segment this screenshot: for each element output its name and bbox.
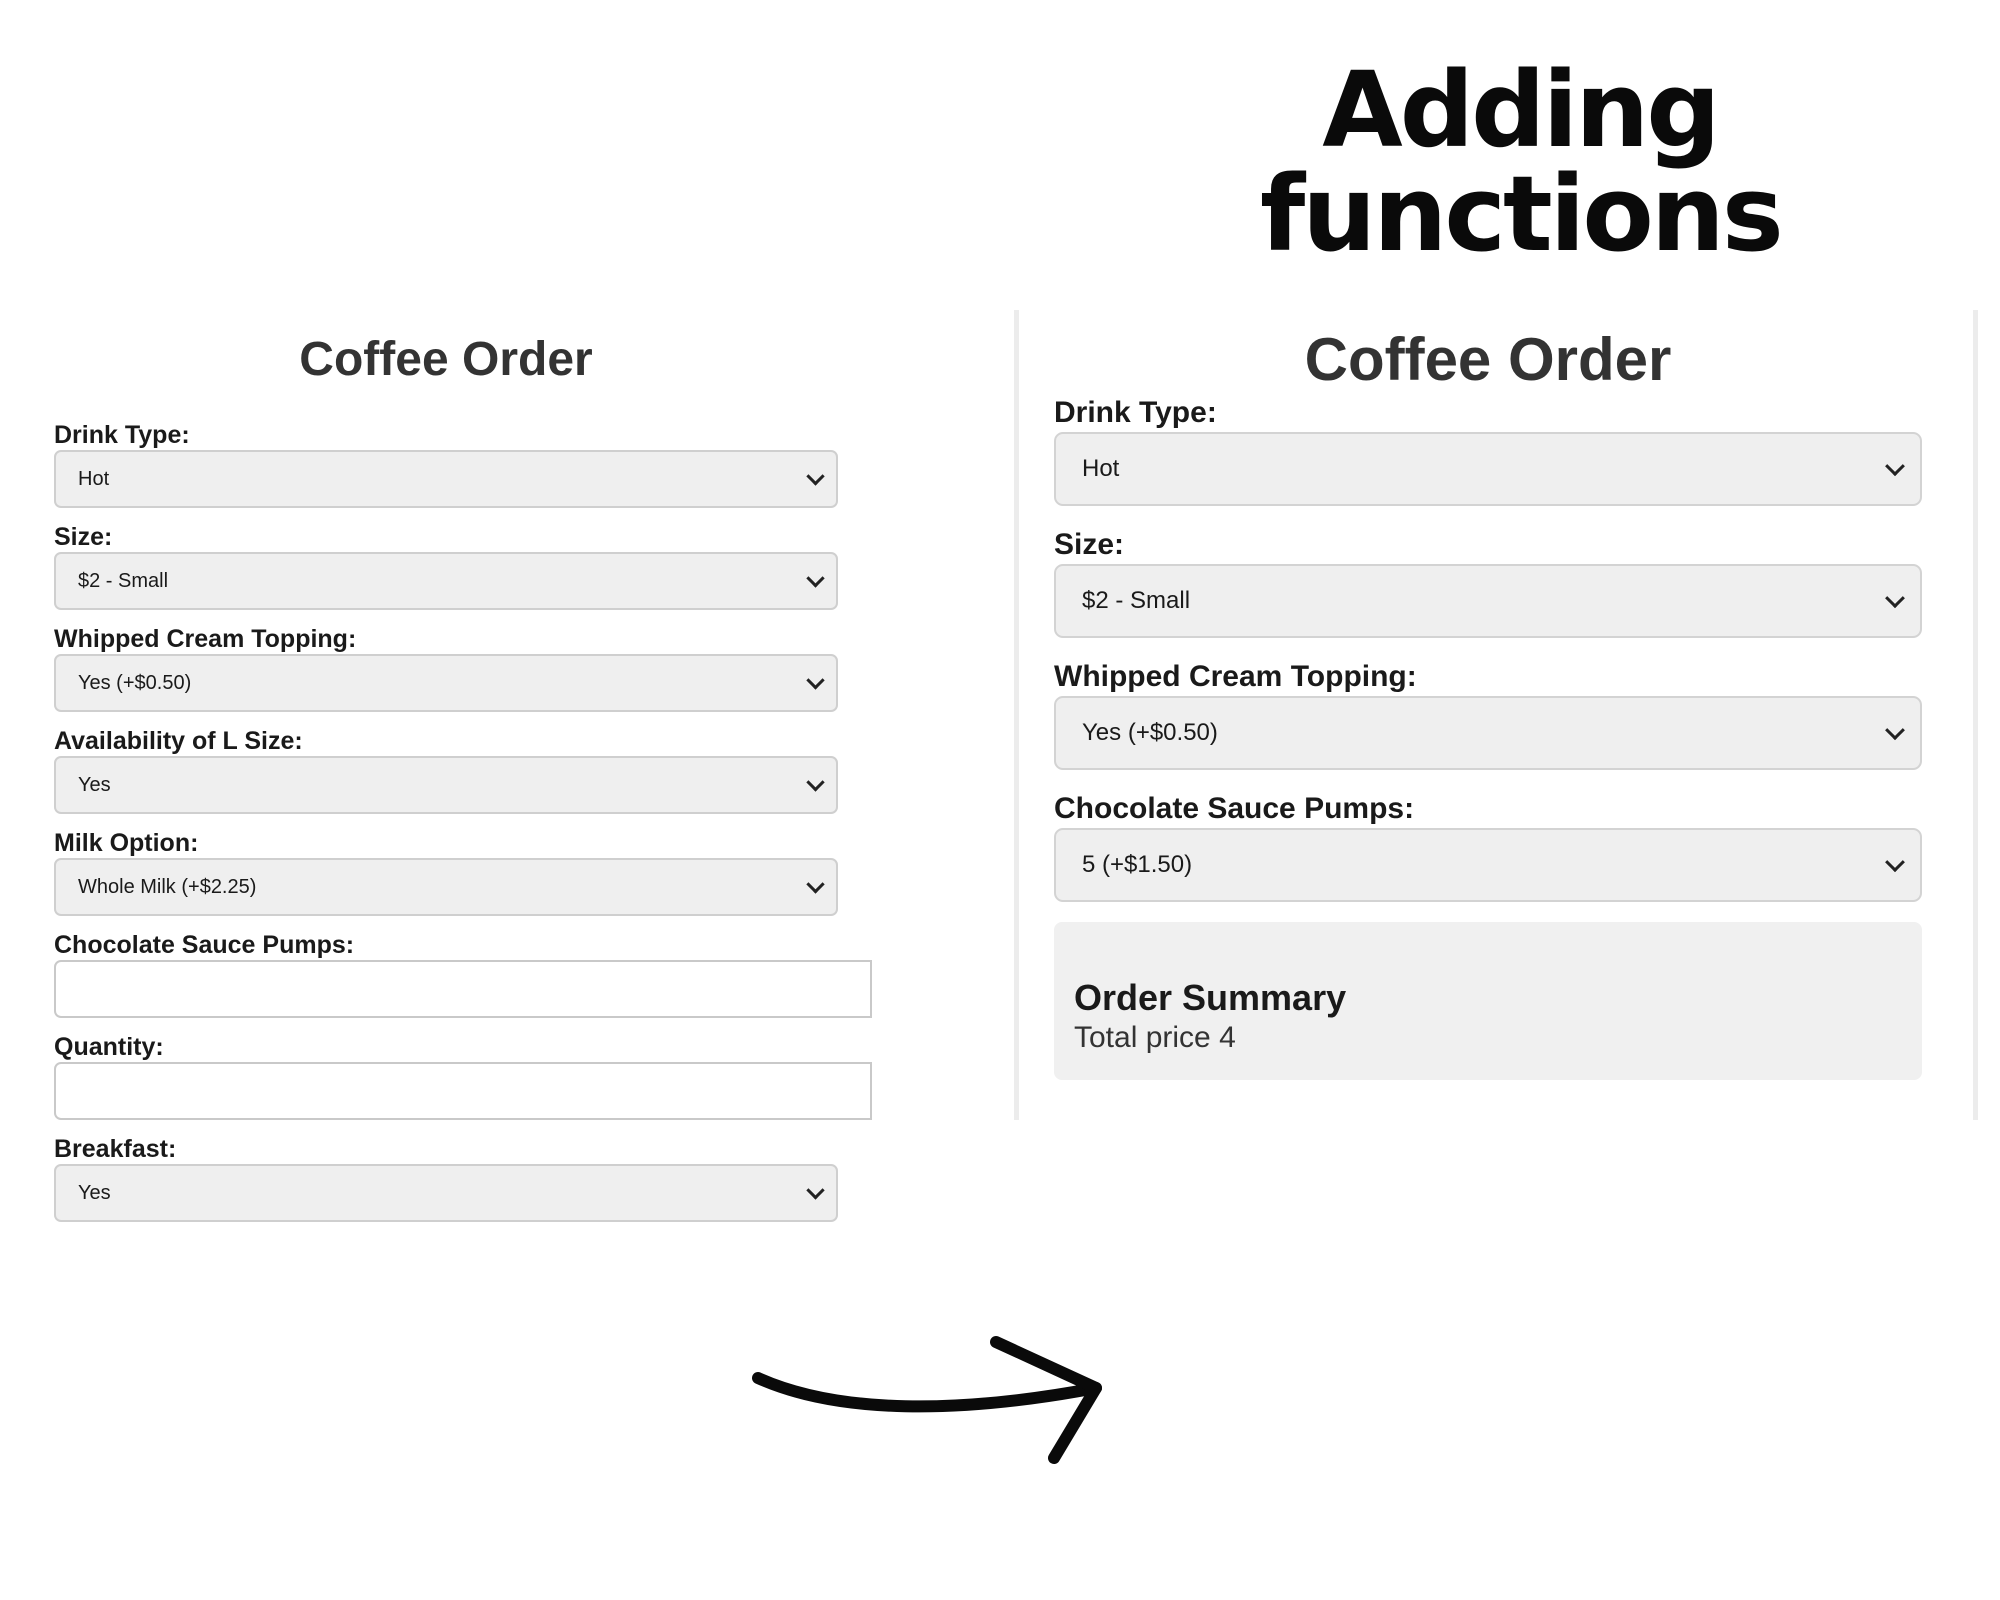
chocolate-select[interactable]: 5 (+$1.50): [1054, 828, 1922, 902]
milk-value: Whole Milk (+$2.25): [78, 875, 257, 898]
size-select[interactable]: $2 - Small: [1054, 564, 1922, 638]
headline: Adding functions: [1260, 49, 1784, 275]
chevron-down-icon: [806, 569, 825, 588]
after-form-title: Coffee Order: [1304, 326, 1672, 393]
order-summary-title: Order Summary: [1074, 977, 1347, 1018]
whipped-cream-value: Yes (+$0.50): [1082, 719, 1218, 746]
chevron-down-icon: [1885, 456, 1905, 477]
drink-type-select[interactable]: Hot: [1054, 432, 1922, 506]
headline-line-1: Adding: [1322, 49, 1721, 171]
milk-label: Milk Option:: [54, 829, 199, 857]
size-value: $2 - Small: [1082, 587, 1191, 614]
before-form: Coffee Order Drink Type: Hot Size: $2 - …: [54, 316, 894, 1236]
drink-type-select[interactable]: Hot: [54, 450, 838, 508]
size-label: Size:: [1054, 528, 1125, 561]
whipped-cream-label: Whipped Cream Topping:: [1054, 660, 1417, 693]
order-summary: Order Summary Total price 4: [1054, 922, 1922, 1080]
drink-type-value: Hot: [1082, 455, 1120, 482]
whipped-cream-label: Whipped Cream Topping:: [54, 625, 357, 653]
milk-select[interactable]: Whole Milk (+$2.25): [54, 858, 838, 916]
headline-line-2: functions: [1260, 153, 1784, 275]
chocolate-label: Chocolate Sauce Pumps:: [54, 931, 355, 959]
chevron-down-icon: [1885, 852, 1905, 873]
chevron-down-icon: [806, 671, 825, 690]
l-size-label: Availability of L Size:: [54, 727, 303, 755]
order-summary-total: Total price 4: [1074, 1021, 1236, 1054]
chocolate-value: 5 (+$1.50): [1082, 851, 1193, 878]
whipped-cream-select[interactable]: Yes (+$0.50): [54, 654, 838, 712]
breakfast-label: Breakfast:: [54, 1135, 177, 1163]
chocolate-input[interactable]: [54, 960, 872, 1018]
drink-type-label: Drink Type:: [54, 421, 190, 449]
whipped-cream-select[interactable]: Yes (+$0.50): [1054, 696, 1922, 770]
before-form-title: Coffee Order: [299, 333, 593, 386]
quantity-input[interactable]: [54, 1062, 872, 1120]
chevron-down-icon: [806, 467, 825, 486]
l-size-value: Yes: [78, 773, 111, 796]
breakfast-value: Yes: [78, 1181, 111, 1204]
arrow-right-icon: [752, 1336, 1102, 1464]
drink-type-value: Hot: [78, 467, 110, 490]
chevron-down-icon: [1885, 720, 1905, 741]
whipped-cream-value: Yes (+$0.50): [78, 671, 192, 694]
quantity-label: Quantity:: [54, 1033, 164, 1061]
size-select[interactable]: $2 - Small: [54, 552, 838, 610]
size-label: Size:: [54, 523, 113, 551]
size-value: $2 - Small: [78, 569, 169, 592]
chocolate-label: Chocolate Sauce Pumps:: [1054, 792, 1415, 825]
breakfast-select[interactable]: Yes: [54, 1164, 838, 1222]
chevron-down-icon: [806, 1181, 825, 1200]
chevron-down-icon: [806, 773, 825, 792]
chevron-down-icon: [1885, 588, 1905, 609]
after-form: Coffee Order Drink Type: Hot Size: $2 - …: [1054, 320, 1922, 1080]
chevron-down-icon: [806, 875, 825, 894]
l-size-select[interactable]: Yes: [54, 756, 838, 814]
